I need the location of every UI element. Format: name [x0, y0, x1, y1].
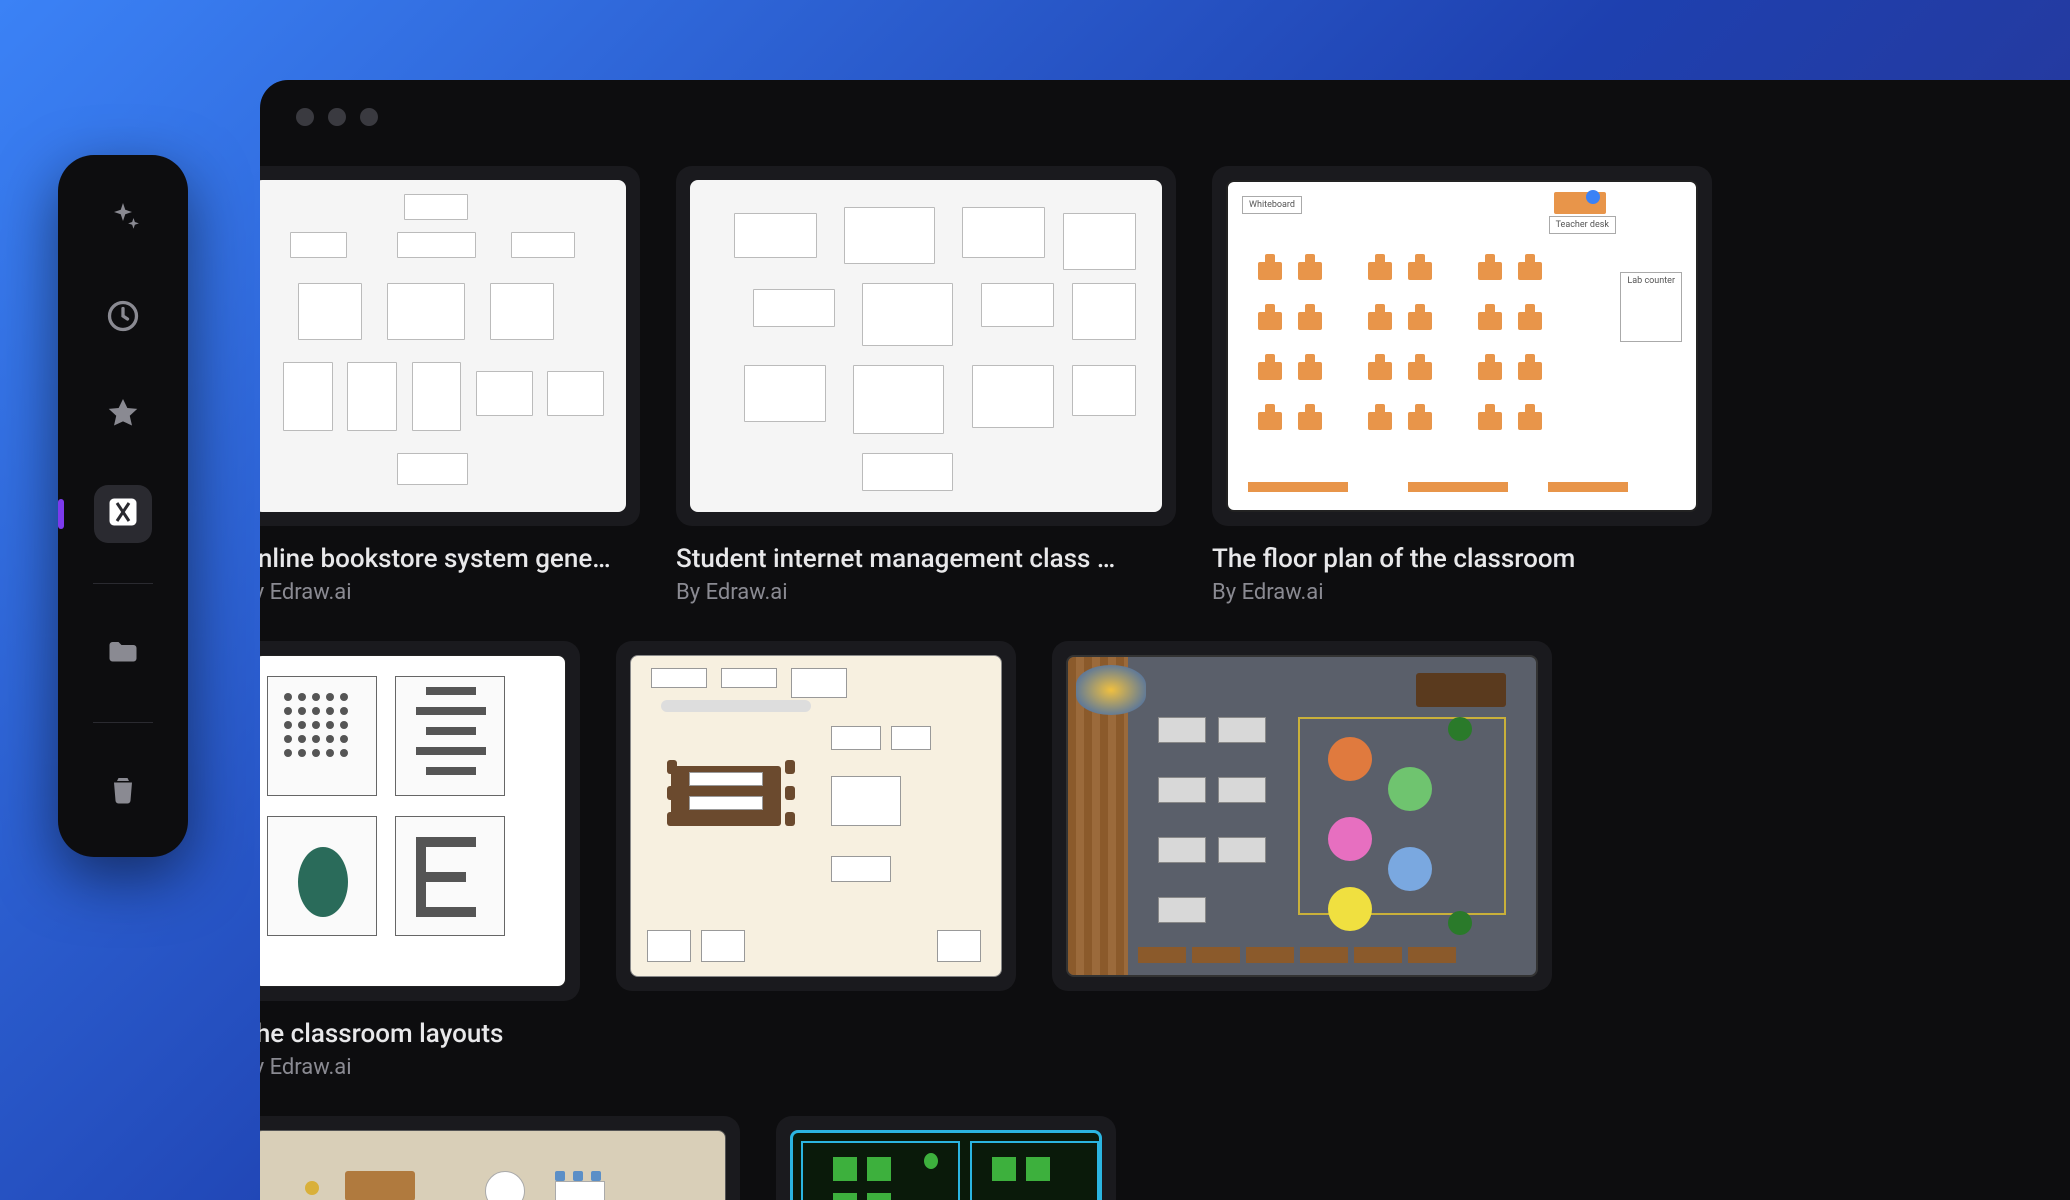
template-card[interactable]: Online bookstore system gene… By Edraw.a…	[260, 166, 640, 605]
template-card[interactable]: Whiteboard Teacher desk Lab counter	[1212, 166, 1712, 605]
trash-icon	[105, 772, 141, 812]
template-thumbnail	[260, 1116, 740, 1200]
template-card[interactable]: The classroom layouts By Edraw.ai	[260, 641, 580, 1080]
sidebar-item-templates[interactable]	[94, 485, 152, 543]
template-card[interactable]: Classroom Layout Ideas	[776, 1116, 1116, 1200]
traffic-light-close[interactable]	[296, 108, 314, 126]
template-card[interactable]	[260, 1116, 740, 1200]
sidebar-divider	[93, 583, 153, 584]
template-title: The classroom layouts	[260, 1019, 580, 1049]
template-title: The floor plan of the classroom	[1212, 544, 1712, 574]
templates-icon	[105, 494, 141, 534]
template-title: Student internet management class …	[676, 544, 1176, 574]
template-thumbnail: Whiteboard Teacher desk Lab counter	[1212, 166, 1712, 526]
star-icon	[105, 396, 141, 436]
labcounter-label: Lab counter	[1620, 272, 1682, 342]
main-window: Online bookstore system gene… By Edraw.a…	[260, 80, 2070, 1200]
template-card[interactable]: Student internet management class … By E…	[676, 166, 1176, 605]
template-thumbnail	[260, 641, 580, 1001]
template-thumbnail	[1052, 641, 1552, 991]
template-author: By Edraw.ai	[1212, 580, 1712, 605]
sidebar-item-recent[interactable]	[94, 289, 152, 347]
template-thumbnail	[260, 166, 640, 526]
template-author: By Edraw.ai	[676, 580, 1176, 605]
template-thumbnail: Classroom Layout Ideas	[776, 1116, 1116, 1200]
sparkle-icon	[105, 200, 141, 240]
window-traffic-lights	[260, 80, 2070, 146]
sidebar-divider	[93, 722, 153, 723]
template-thumbnail	[676, 166, 1176, 526]
traffic-light-minimize[interactable]	[328, 108, 346, 126]
clock-icon	[105, 298, 141, 338]
whiteboard-label: Whiteboard	[1242, 196, 1302, 214]
traffic-light-maximize[interactable]	[360, 108, 378, 126]
teacherdesk-label: Teacher desk	[1549, 216, 1616, 234]
template-author: By Edraw.ai	[260, 1055, 580, 1080]
sidebar-item-favorites[interactable]	[94, 387, 152, 445]
template-card[interactable]	[1052, 641, 1552, 1080]
sidebar-item-trash[interactable]	[94, 763, 152, 821]
template-gallery: Online bookstore system gene… By Edraw.a…	[260, 146, 2070, 1200]
sidebar-item-ai[interactable]	[94, 191, 152, 249]
sidebar-item-files[interactable]	[94, 624, 152, 682]
folder-icon	[105, 633, 141, 673]
sidebar-toolbar	[58, 155, 188, 857]
template-title: Online bookstore system gene…	[260, 544, 640, 574]
template-card[interactable]	[616, 641, 1016, 1080]
template-author: By Edraw.ai	[260, 580, 640, 605]
template-thumbnail	[616, 641, 1016, 991]
